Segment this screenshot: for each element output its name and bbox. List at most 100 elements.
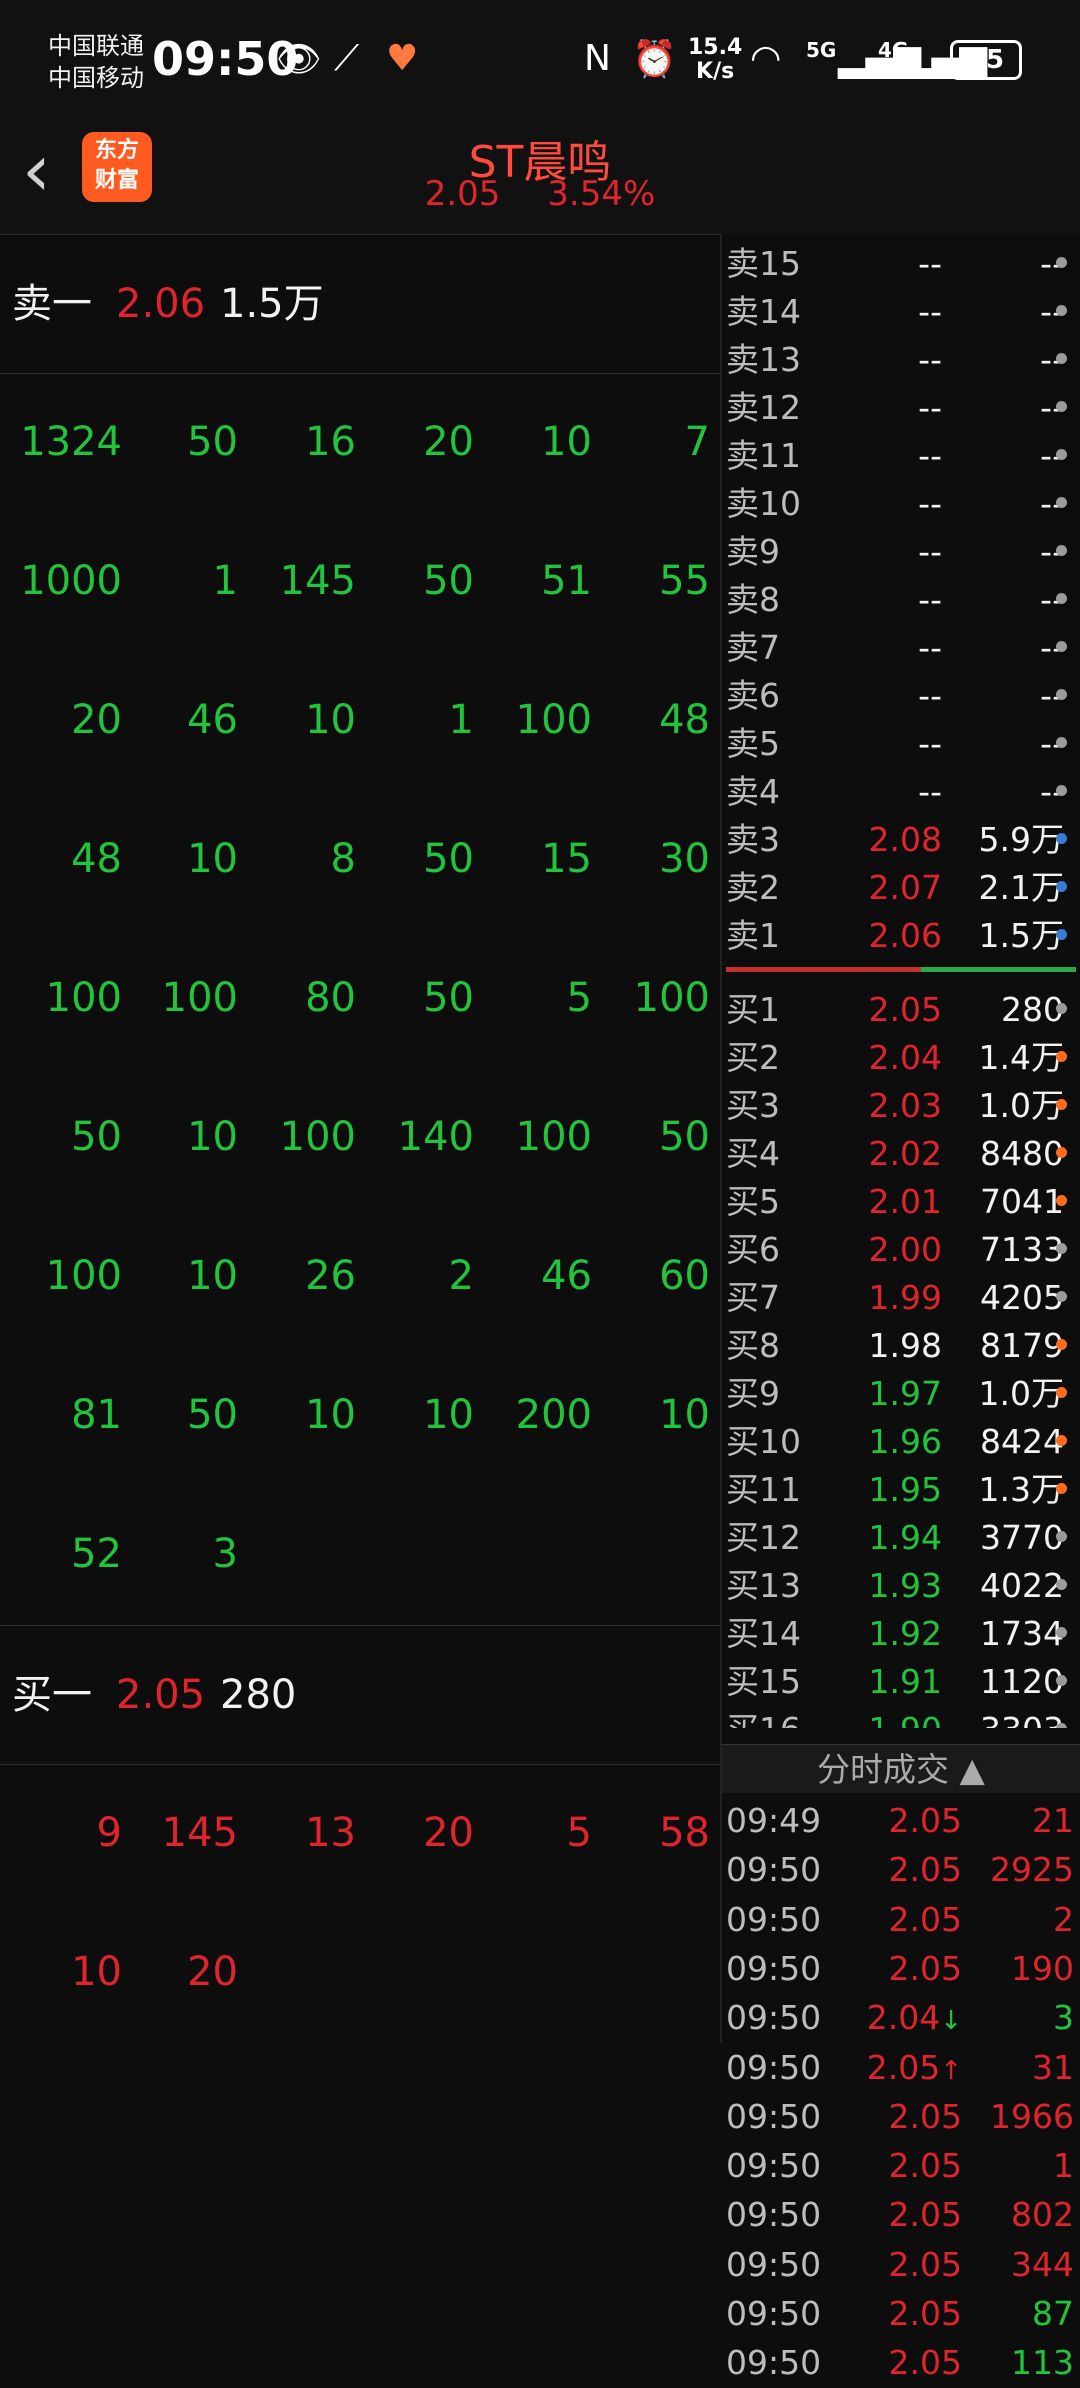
ask-level-label: 卖11 [726,436,801,475]
queue-cell: 50 [659,1114,710,1160]
bid-level-row[interactable]: 买8 1.98 8179 [722,1322,1080,1370]
bid-level-label: 买16 [726,1706,801,1728]
queue-cell: 81 [71,1392,122,1438]
ask-level-volume: -- [1040,292,1064,331]
tick-price-value: 2.04 [866,1998,941,2038]
bid-level-label: 买6 [726,1230,780,1269]
book-divider [726,967,1076,972]
bid-level-price: 2.02 [868,1134,942,1173]
bid-level-volume: 8179 [980,1326,1064,1365]
bid-level-row[interactable]: 买2 2.04 1.4万 [722,1034,1080,1082]
queue-cell: 20 [423,1810,474,1856]
ask-level-row[interactable]: 卖10 -- -- [722,480,1080,528]
tick-price-value: 2.05 [888,2146,962,2186]
buy-one-row[interactable]: 买一 2.05 280 [0,1625,720,1765]
bid-level-row[interactable]: 买161.903303 [722,1706,1080,1728]
queue-cell: 3 [212,1531,238,1577]
queue-cell: 5 [566,975,592,1021]
ask-level-label: 卖1 [726,916,780,955]
bid-level-volume: 1.4万 [978,1038,1064,1077]
level-dot-icon [1056,1051,1067,1062]
ask-level-price: 2.06 [868,916,942,955]
tick-time: 09:50 [726,2146,822,2186]
buy-queue-grid: 9 145 13 20 5 58 10 20 [0,1765,720,2043]
ask-level-row[interactable]: 卖2 2.07 2.1万 [722,864,1080,912]
tick-row: 09:50 2.05 344 [722,2240,1080,2289]
ask-level-row[interactable]: 卖7 -- -- [722,624,1080,672]
ask-level-label: 卖3 [726,820,780,859]
bid-level-row[interactable]: 买15 1.91 1120 [722,1658,1080,1706]
level-dot-icon [1056,1243,1067,1254]
queue-cell: 80 [305,975,356,1021]
ticks-header[interactable]: 分时成交 ▲ [722,1744,1080,1793]
bid-level-price: 1.97 [868,1374,942,1413]
tick-row: 09:50 2.05 2925 [722,1845,1080,1894]
bid-level-volume: 8424 [980,1422,1064,1461]
ask-level-row[interactable]: 卖3 2.08 5.9万 [722,816,1080,864]
bid-level-row[interactable]: 买12 1.94 3770 [722,1514,1080,1562]
ask-level-volume: -- [1040,580,1064,619]
bid-level-volume: 1734 [980,1614,1064,1653]
tick-time: 09:50 [726,2244,822,2284]
ask-level-row[interactable]: 卖5 -- -- [722,720,1080,768]
bid-level-volume: 1120 [980,1662,1064,1701]
ask-level-row[interactable]: 卖6 -- -- [722,672,1080,720]
ask-level-row[interactable]: 卖1 2.06 1.5万 [722,912,1080,960]
level-dot-icon [1056,1339,1067,1350]
ask-level-volume: 5.9万 [978,820,1064,859]
bid-level-label: 买13 [726,1566,801,1605]
queue-cell: 10 [187,836,238,882]
sell-one-row[interactable]: 卖一 2.06 1.5万 [0,234,720,374]
queue-cell: 58 [659,1810,710,1856]
ask-level-row[interactable]: 卖14 -- -- [722,288,1080,336]
tick-time: 09:50 [726,2195,822,2235]
ask-level-volume: -- [1040,484,1064,523]
ask-level-row[interactable]: 卖9 -- -- [722,528,1080,576]
bid-level-row[interactable]: 买4 2.02 8480 [722,1130,1080,1178]
ask-level-label: 卖12 [726,388,801,427]
bid-level-row[interactable]: 买1 2.05 280 [722,986,1080,1034]
bid-level-row[interactable]: 买7 1.99 4205 [722,1274,1080,1322]
tick-price: 2.05 [822,2338,962,2387]
tick-time: 09:50 [726,1899,822,1939]
tick-time: 09:50 [726,1850,822,1890]
queue-cell: 100 [161,975,238,1021]
tick-price: 2.04↓ [822,1993,962,2046]
tick-price-value: 2.05 [888,2343,962,2383]
ask-level-row[interactable]: 卖13 -- -- [722,336,1080,384]
queue-cell: 51 [541,558,592,604]
bid-level-price: 1.96 [868,1422,942,1461]
queue-cell: 20 [71,697,122,743]
level-dot-icon [1056,1147,1067,1158]
level-dot-icon [1056,785,1067,796]
queue-cell: 50 [187,1392,238,1438]
bid-level-label: 买12 [726,1518,801,1557]
ask-level-row[interactable]: 卖8 -- -- [722,576,1080,624]
bid-level-price: 2.05 [868,990,942,1029]
ask-level-row[interactable]: 卖12 -- -- [722,384,1080,432]
bid-level-price: 1.92 [868,1614,942,1653]
tick-price-value: 2.05 [888,2195,962,2235]
bid-level-row[interactable]: 买13 1.93 4022 [722,1562,1080,1610]
bid-level-row[interactable]: 买14 1.92 1734 [722,1610,1080,1658]
queue-cell: 1324 [20,419,122,465]
bid-level-price: 2.00 [868,1230,942,1269]
queue-cell: 46 [541,1253,592,1299]
bid-level-row[interactable]: 买3 2.03 1.0万 [722,1082,1080,1130]
bid-level-price: 1.99 [868,1278,942,1317]
bid-level-row[interactable]: 买10 1.96 8424 [722,1418,1080,1466]
level-dot-icon [1056,401,1067,412]
heart-badge-icon: ♥ [386,38,419,79]
ask-level-row[interactable]: 卖4 -- -- [722,768,1080,816]
buy-one-price: 2.05 [116,1672,206,1718]
bid-level-row[interactable]: 买9 1.97 1.0万 [722,1370,1080,1418]
ask-level-volume: -- [1040,628,1064,667]
bid-level-row[interactable]: 买6 2.00 7133 [722,1226,1080,1274]
bid-level-label: 买15 [726,1662,801,1701]
bid-level-row[interactable]: 买5 2.01 7041 [722,1178,1080,1226]
level-dot-icon [1056,1627,1067,1638]
ask-level-row[interactable]: 卖11 -- -- [722,432,1080,480]
bid-level-row[interactable]: 买11 1.95 1.3万 [722,1466,1080,1514]
queue-cell: 100 [515,697,592,743]
ask-level-row[interactable]: 卖15 -- -- [722,240,1080,288]
